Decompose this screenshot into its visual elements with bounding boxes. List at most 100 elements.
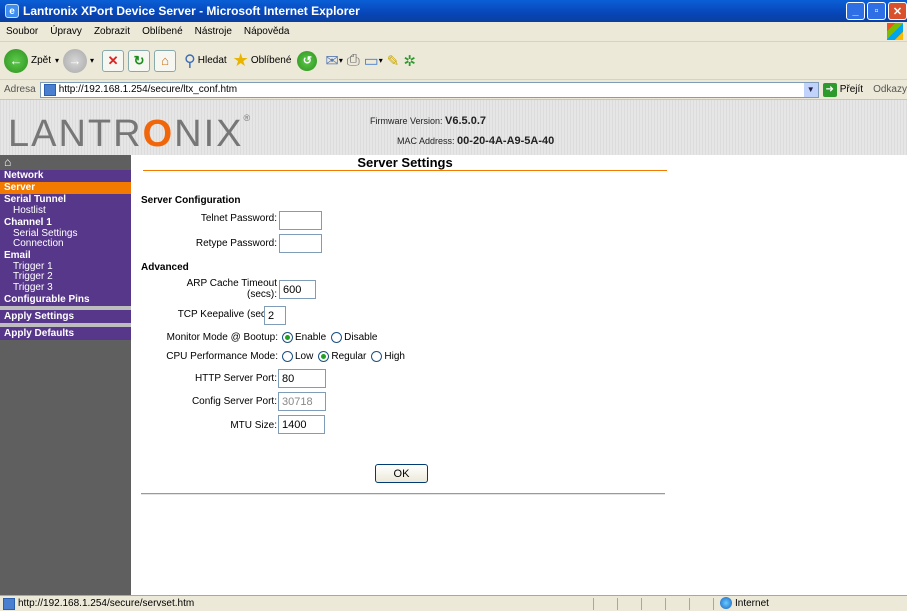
monitor-disable-label: Disable xyxy=(344,332,378,343)
menu-napoveda[interactable]: Nápověda xyxy=(238,26,296,37)
search-icon: ⚲ xyxy=(184,52,196,70)
arp-cache-timeout-label: ARP Cache Timeout (secs): xyxy=(186,278,277,300)
http-server-port-input[interactable] xyxy=(278,369,326,388)
http-server-port-label: HTTP Server Port: xyxy=(194,373,277,384)
ie-icon: e xyxy=(5,4,19,18)
monitor-mode-label: Monitor Mode @ Bootup: xyxy=(166,332,278,343)
refresh-button[interactable]: ↻ xyxy=(128,49,151,72)
favorites-label: Oblíbené xyxy=(250,55,292,66)
sidebar-item-apply-defaults[interactable]: Apply Defaults xyxy=(0,327,131,340)
go-button[interactable]: ➜ Přejít xyxy=(822,82,864,97)
sidebar-item-connection[interactable]: Connection xyxy=(0,238,131,250)
stop-icon: ✕ xyxy=(102,49,125,72)
menu-nastroje[interactable]: Nástroje xyxy=(189,26,238,37)
home-icon: ⌂ xyxy=(154,49,177,72)
monitor-disable-radio[interactable] xyxy=(331,332,343,343)
firmware-version: Firmware Version: V6.5.0.7 xyxy=(370,115,487,127)
mac-address: MAC Address: 00-20-4A-A9-5A-40 xyxy=(397,135,555,147)
mail-button[interactable]: ✉ ▾ xyxy=(325,51,342,71)
page-content: LANTRONIX® Firmware Version: V6.5.0.7 MA… xyxy=(0,100,907,595)
title-bar: e Lantronix XPort Device Server - Micros… xyxy=(0,0,907,22)
sidebar-item-configurable-pins[interactable]: Configurable Pins xyxy=(0,293,131,306)
search-button[interactable]: ⚲ Hledat xyxy=(184,51,227,71)
cpu-regular-radio[interactable] xyxy=(318,351,330,362)
star-icon: ★ xyxy=(232,50,249,70)
cpu-high-label: High xyxy=(384,351,405,362)
sidebar-item-trigger2[interactable]: Trigger 2 xyxy=(0,271,131,283)
monitor-enable-label: Enable xyxy=(295,332,327,343)
page-title: Server Settings xyxy=(143,155,667,171)
status-divider xyxy=(713,598,714,610)
lantronix-header: LANTRONIX® Firmware Version: V6.5.0.7 MA… xyxy=(0,100,907,155)
ok-button[interactable]: OK xyxy=(375,464,428,483)
page-icon xyxy=(3,597,15,610)
menu-soubor[interactable]: Soubor xyxy=(0,26,44,37)
edit-button[interactable]: ▭ ▾ xyxy=(364,51,383,71)
minimize-button[interactable]: _ xyxy=(846,2,865,20)
sidebar-item-hostlist[interactable]: Hostlist xyxy=(0,205,131,217)
status-divider xyxy=(617,598,618,610)
home-button[interactable]: ⌂ xyxy=(154,49,177,72)
forward-button[interactable]: → ▾ xyxy=(63,48,95,73)
maximize-button[interactable]: ▫ xyxy=(867,2,886,20)
config-server-port-label: Config Server Port: xyxy=(191,396,277,407)
sidebar-item-server[interactable]: Server xyxy=(0,182,131,194)
print-button[interactable]: ⎙ xyxy=(347,52,360,70)
history-button[interactable]: ↺ xyxy=(297,50,318,71)
monitor-enable-radio[interactable] xyxy=(282,332,293,343)
close-button[interactable]: ✕ xyxy=(888,2,907,20)
home-icon[interactable]: ⌂ xyxy=(0,155,131,170)
address-label: Adresa xyxy=(4,84,36,95)
tcp-keepalive-input[interactable] xyxy=(264,306,286,325)
back-arrow-icon: ← xyxy=(4,48,28,73)
sidebar: ⌂ Network Server Serial Tunnel Hostlist … xyxy=(0,155,131,595)
retype-password-input[interactable] xyxy=(279,234,322,253)
sidebar-item-network[interactable]: Network xyxy=(0,170,131,182)
mail-icon: ✉ xyxy=(325,52,339,70)
sidebar-item-trigger3[interactable]: Trigger 3 xyxy=(0,282,131,293)
research-button[interactable]: ✎ xyxy=(387,52,400,70)
cpu-high-radio[interactable] xyxy=(371,351,383,362)
sidebar-item-apply-settings[interactable]: Apply Settings xyxy=(0,310,131,323)
mtu-size-input[interactable] xyxy=(278,415,325,434)
menu-oblibene[interactable]: Oblíbené xyxy=(136,26,189,37)
form-divider xyxy=(141,493,665,495)
favorites-button[interactable]: ★ Oblíbené xyxy=(233,50,292,71)
status-bar: http://192.168.1.254/secure/servset.htm … xyxy=(0,595,907,611)
retype-password-label: Retype Password: xyxy=(195,238,277,249)
sidebar-item-channel1[interactable]: Channel 1 xyxy=(0,216,131,229)
refresh-icon: ↻ xyxy=(128,49,151,72)
menu-zobrazit[interactable]: Zobrazit xyxy=(88,26,136,37)
status-divider xyxy=(689,598,690,610)
chevron-down-icon[interactable]: ▼ xyxy=(803,82,818,97)
address-bar: Adresa http://192.168.1.254/secure/ltx_c… xyxy=(0,80,907,100)
sidebar-item-email[interactable]: Email xyxy=(0,249,131,262)
menu-bar: Soubor Úpravy Zobrazit Oblíbené Nástroje… xyxy=(0,22,907,42)
messenger-button[interactable]: ✲ xyxy=(403,52,416,70)
print-icon: ⎙ xyxy=(346,51,360,69)
windows-logo-icon xyxy=(887,23,903,40)
status-divider xyxy=(665,598,666,610)
stop-button[interactable]: ✕ xyxy=(102,49,125,72)
search-label: Hledat xyxy=(197,55,227,66)
toolbar: ← Zpět ▾ → ▾ ✕ ↻ ⌂ ⚲ Hledat ★ Oblíbené ↺… xyxy=(0,42,907,80)
mtu-size-label: MTU Size: xyxy=(230,420,277,431)
cpu-performance-label: CPU Performance Mode: xyxy=(166,351,278,362)
telnet-password-input[interactable] xyxy=(279,211,322,230)
arp-cache-timeout-input[interactable] xyxy=(279,280,316,299)
page-icon xyxy=(43,83,56,96)
cpu-low-radio[interactable] xyxy=(282,351,293,362)
back-button[interactable]: ← Zpět ▾ xyxy=(4,48,59,73)
status-divider xyxy=(593,598,594,610)
lantronix-logo: LANTRONIX® xyxy=(8,113,253,155)
links-label[interactable]: Odkazy xyxy=(873,84,907,95)
cpu-performance-radios: Low Regular High xyxy=(282,351,405,362)
cpu-low-label: Low xyxy=(295,351,314,362)
menu-upravy[interactable]: Úpravy xyxy=(44,26,88,37)
monitor-mode-radios: Enable Disable xyxy=(282,332,378,343)
chevron-down-icon: ▾ xyxy=(378,56,383,65)
chevron-down-icon: ▾ xyxy=(338,56,343,65)
address-input[interactable]: http://192.168.1.254/secure/ltx_conf.htm… xyxy=(39,81,819,98)
go-label: Přejít xyxy=(839,84,864,95)
chevron-down-icon: ▾ xyxy=(90,56,95,65)
